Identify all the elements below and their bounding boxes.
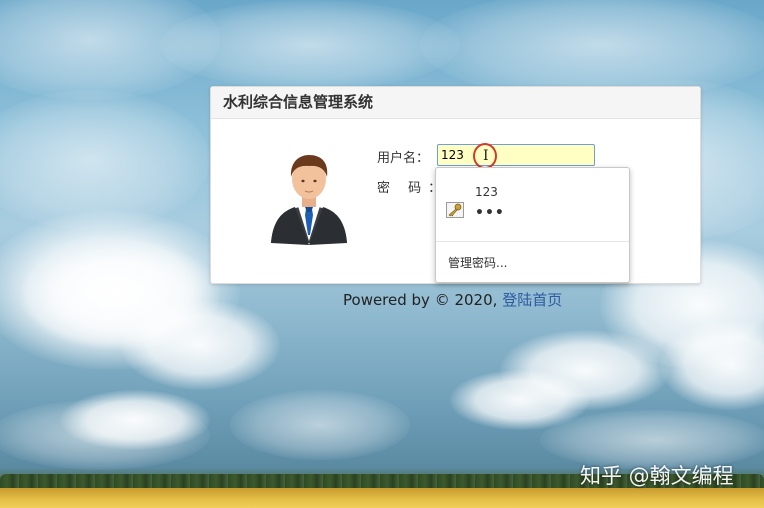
saved-password-mask: ••• — [475, 205, 505, 221]
manage-passwords-link[interactable]: 管理密码... — [448, 254, 507, 271]
key-icon — [446, 202, 464, 218]
wheat-field — [0, 488, 764, 508]
saved-credential-item[interactable]: 123 ••• — [436, 176, 629, 236]
dropdown-divider — [436, 241, 629, 242]
panel-title: 水利综合信息管理系统 — [211, 87, 700, 119]
avatar-person-icon — [271, 155, 347, 245]
username-label: 用户名： — [377, 151, 430, 166]
desktop-background: 水利综合信息管理系统 用户名： 123 密 码： I 123 ••• 管理密码.… — [0, 0, 764, 508]
text-cursor-icon: I — [483, 148, 489, 164]
cloud — [120, 300, 280, 390]
saved-username: 123 — [475, 185, 498, 199]
cloud — [230, 390, 410, 460]
username-input[interactable]: 123 — [437, 144, 595, 166]
cloud — [160, 0, 460, 90]
footer-text: Powered by © 2020, 登陆首页 — [343, 289, 562, 310]
cloud — [0, 90, 210, 230]
cloud — [0, 400, 210, 470]
footer-prefix: Powered by © 2020, — [343, 291, 503, 309]
watermark: 知乎 @翰文编程 — [580, 464, 734, 488]
home-link[interactable]: 登陆首页 — [502, 291, 562, 309]
autocomplete-dropdown: 123 ••• 管理密码... — [435, 167, 630, 283]
